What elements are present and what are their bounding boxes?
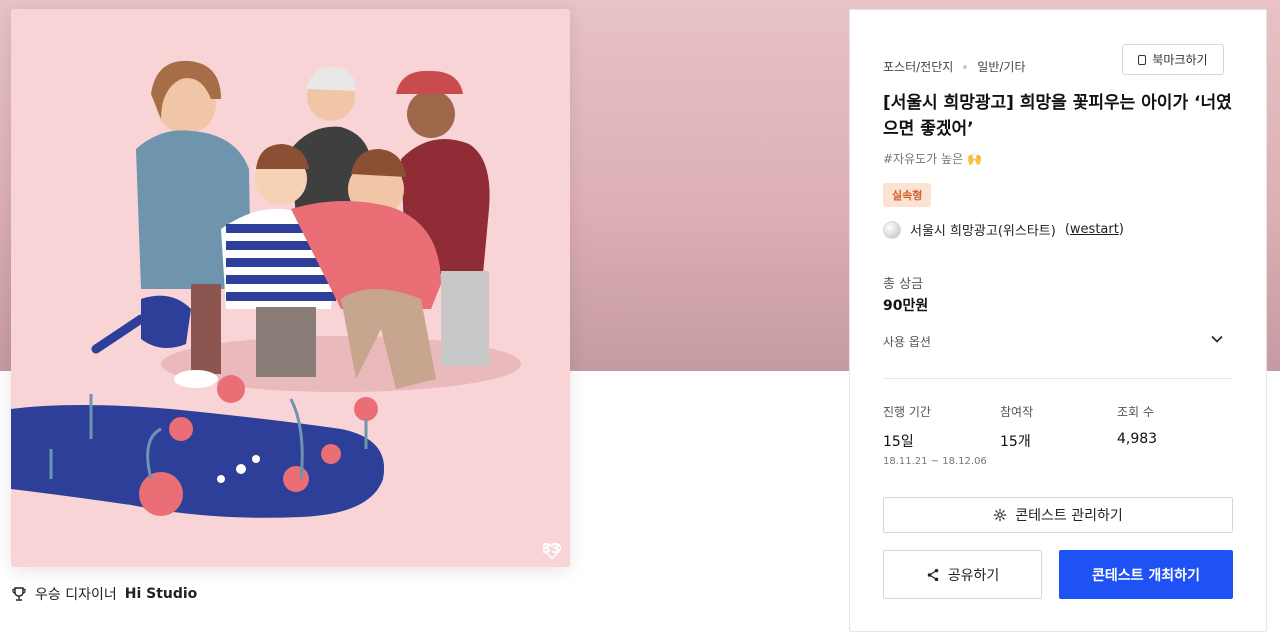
subcategory-link[interactable]: 일반/기타 [977,58,1025,75]
gear-icon [993,508,1007,522]
prize-label: 총 상금 [883,277,924,292]
contest-info-panel: 포스터/전단지 일반/기타 북마크하기 [서울시 희망광고] 희망을 꽃피우는 … [849,9,1267,632]
bookmark-label: 북마크하기 [1152,53,1208,67]
stat-views: 조회 수 4,983 [1117,403,1157,447]
tier-badge: 실속형 [883,183,932,207]
host-contest-label: 콘테스트 개최하기 [1092,567,1200,584]
stat-entries: 참여작 15개 [1000,403,1033,451]
host-info[interactable]: 서울시 희망광고(위스타트) (westart) [883,220,1124,239]
artwork-illustration [11,60,521,518]
trophy-icon [12,587,26,601]
tag-text: #자유도가 높은 [883,152,964,166]
host-contest-button[interactable]: 콘테스트 개최하기 [1059,550,1233,599]
manage-label: 콘테스트 관리하기 [1015,508,1123,524]
contest-title: [서울시 희망광고] 희망을 꽃피우는 아이가 ‘너였으면 좋겠어’ [883,93,1232,139]
usage-options-toggle[interactable]: 사용 옵션 [883,333,931,350]
contest-artwork[interactable]: 33 [11,9,570,567]
section-divider [883,378,1233,379]
stat-period: 진행 기간 15일 18.11.21 ~ 18.12.06 [883,403,987,467]
contest-tag: #자유도가 높은 🙌 [883,150,982,167]
manage-contest-button[interactable]: 콘테스트 관리하기 [883,497,1233,533]
views-label: 조회 수 [1117,405,1154,419]
host-id-link[interactable]: westart [1070,222,1119,237]
chevron-down-icon[interactable] [1210,332,1224,346]
share-label: 공유하기 [947,567,1000,584]
host-avatar [883,220,901,239]
prize-value: 90만원 [883,298,929,314]
separator-dot [963,64,968,69]
period-range: 18.11.21 ~ 18.12.06 [883,456,987,467]
winner-name[interactable]: Hi Studio [125,586,198,602]
bookmark-icon [1138,54,1147,65]
winner-info: 우승 디자이너 Hi Studio [11,584,197,604]
entries-label: 참여작 [1000,405,1034,419]
period-value: 15일 [883,434,914,450]
category-breadcrumb: 포스터/전단지 일반/기타 [883,58,1026,75]
share-icon [927,568,938,581]
host-name: 서울시 희망광고(위스타트) [910,224,1056,239]
share-button[interactable]: 공유하기 [883,550,1042,599]
hands-up-emoji-icon: 🙌 [966,152,982,166]
heart-icon[interactable] [542,542,562,560]
period-label: 진행 기간 [883,405,931,419]
entries-value: 15개 [1000,434,1031,450]
winner-label: 우승 디자이너 [35,587,117,603]
views-value: 4,983 [1117,431,1158,447]
bookmark-button[interactable]: 북마크하기 [1122,44,1224,75]
like-counter[interactable]: 33 [542,542,562,560]
category-link[interactable]: 포스터/전단지 [883,58,953,75]
